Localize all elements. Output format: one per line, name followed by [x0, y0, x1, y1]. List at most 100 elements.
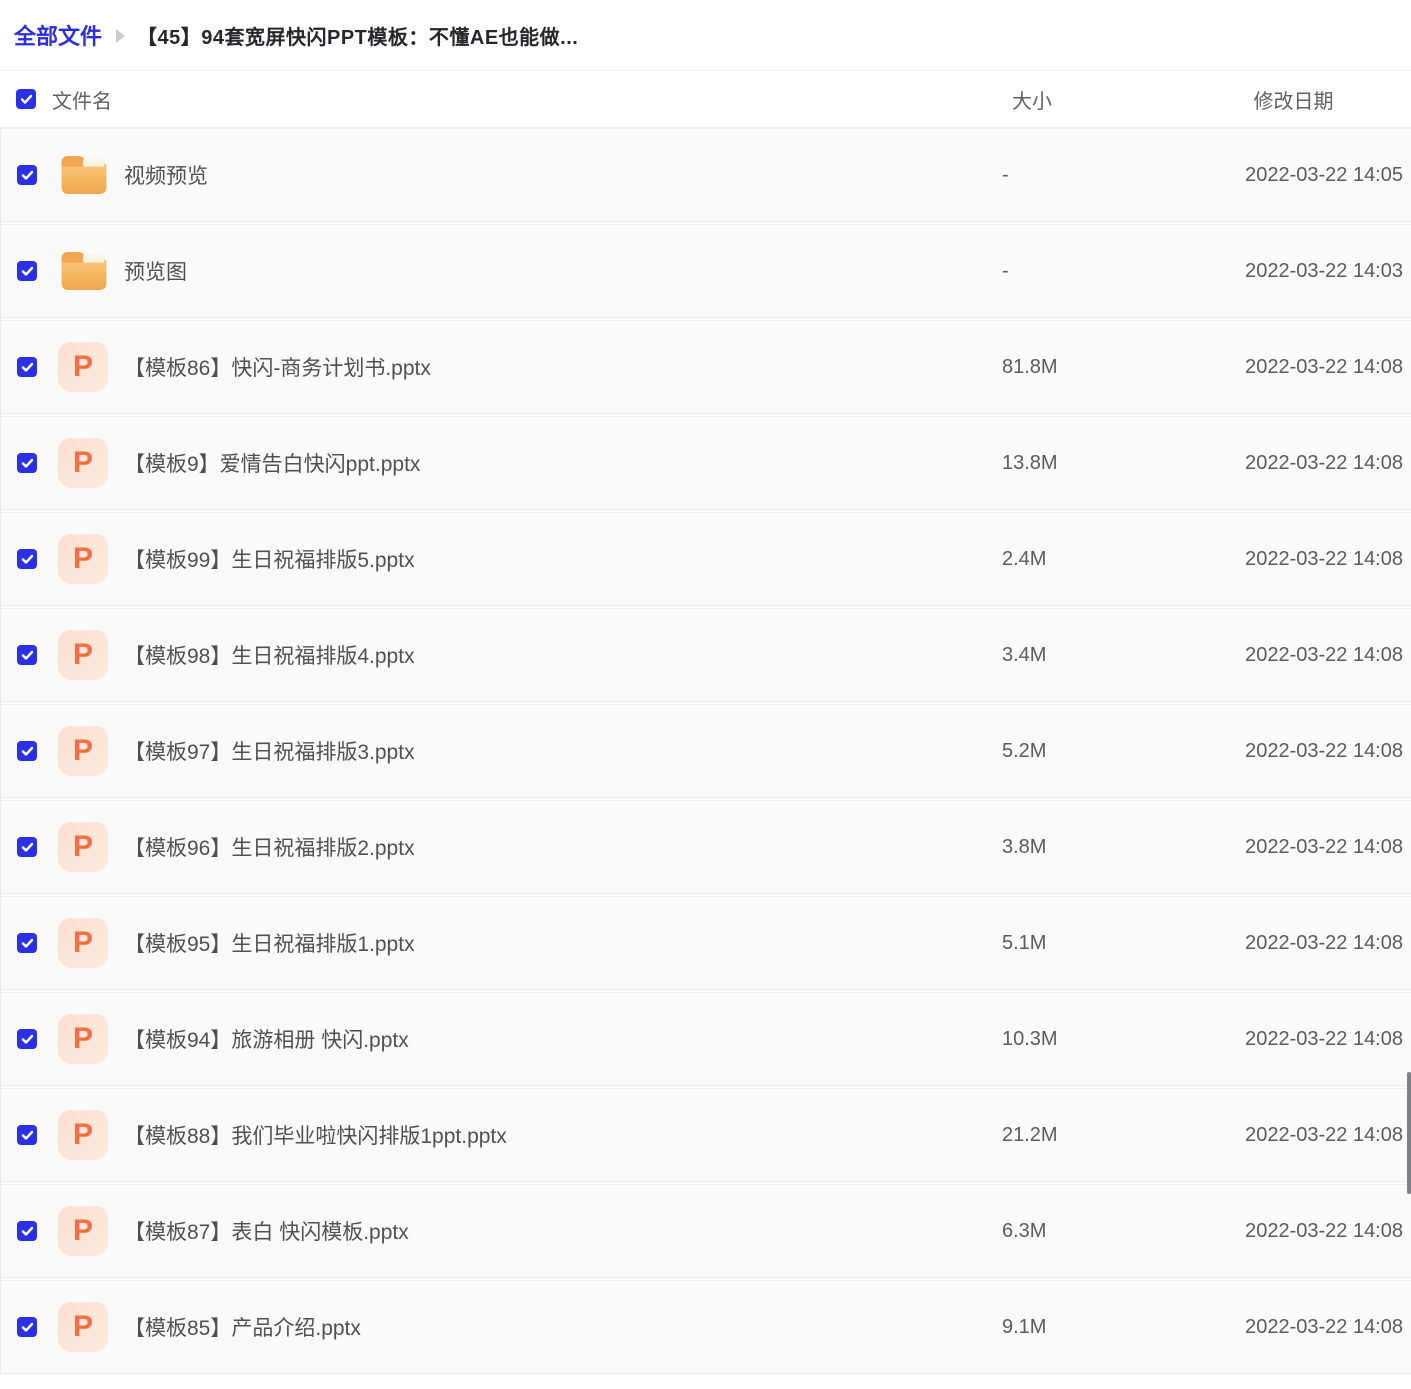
check-icon [21, 842, 34, 853]
check-icon [21, 938, 34, 949]
powerpoint-file-icon: P [58, 630, 108, 680]
table-row[interactable]: P 【模板86】快闪-商务计划书.pptx 81.8M 2022-03-22 1… [1, 320, 1411, 414]
breadcrumb: 全部文件 【45】94套宽屏快闪PPT模板：不懂AE也能做... [0, 0, 1411, 70]
file-date: 2022-03-22 14:05 [1212, 164, 1411, 187]
file-size: 5.1M [1002, 932, 1212, 955]
file-size: 6.3M [1002, 1220, 1212, 1243]
row-checkbox[interactable] [17, 837, 37, 857]
folder-icon [58, 153, 108, 197]
scrollbar-thumb[interactable] [1407, 1072, 1411, 1194]
row-checkbox[interactable] [17, 453, 37, 473]
powerpoint-file-icon: P [58, 918, 108, 968]
check-icon [21, 650, 34, 661]
file-size: 3.8M [1002, 836, 1212, 859]
file-name[interactable]: 【模板87】表白 快闪模板.pptx [124, 1216, 1002, 1246]
table-row[interactable]: P 【模板99】生日祝福排版5.pptx 2.4M 2022-03-22 14:… [1, 512, 1411, 606]
file-size: 2.4M [1002, 548, 1212, 571]
file-size: 10.3M [1002, 1028, 1212, 1051]
check-icon [21, 458, 34, 469]
row-checkbox[interactable] [17, 1029, 37, 1049]
check-icon [21, 266, 34, 277]
table-row[interactable]: P 【模板95】生日祝福排版1.pptx 5.1M 2022-03-22 14:… [1, 896, 1411, 990]
file-name[interactable]: 【模板86】快闪-商务计划书.pptx [124, 352, 1002, 382]
row-checkbox[interactable] [17, 261, 37, 281]
file-date: 2022-03-22 14:08 [1212, 1028, 1411, 1051]
file-name[interactable]: 【模板99】生日祝福排版5.pptx [124, 544, 1002, 574]
powerpoint-file-icon: P [58, 1110, 108, 1160]
folder-icon [58, 249, 108, 293]
file-date: 2022-03-22 14:03 [1212, 260, 1411, 283]
file-table-header: 文件名 大小 修改日期 [0, 70, 1411, 128]
row-checkbox[interactable] [17, 357, 37, 377]
powerpoint-file-icon: P [58, 534, 108, 584]
check-icon [21, 1226, 34, 1237]
check-icon [20, 94, 33, 105]
breadcrumb-current-folder: 【45】94套宽屏快闪PPT模板：不懂AE也能做... [137, 21, 578, 50]
table-row[interactable]: P 【模板97】生日祝福排版3.pptx 5.2M 2022-03-22 14:… [1, 704, 1411, 798]
file-size: 13.8M [1002, 452, 1212, 475]
file-date: 2022-03-22 14:08 [1212, 1124, 1411, 1147]
file-date: 2022-03-22 14:08 [1212, 356, 1411, 379]
row-checkbox[interactable] [17, 741, 37, 761]
file-size: - [1002, 164, 1212, 187]
powerpoint-file-icon: P [58, 1206, 108, 1256]
table-row[interactable]: P 【模板94】旅游相册 快闪.pptx 10.3M 2022-03-22 14… [1, 992, 1411, 1086]
file-name[interactable]: 【模板88】我们毕业啦快闪排版1ppt.pptx [124, 1120, 1002, 1150]
file-size: - [1002, 260, 1212, 283]
table-row[interactable]: P 【模板87】表白 快闪模板.pptx 6.3M 2022-03-22 14:… [1, 1184, 1411, 1278]
check-icon [21, 1130, 34, 1141]
column-header-size: 大小 [1002, 85, 1212, 114]
column-header-date: 修改日期 [1212, 85, 1411, 114]
select-all-checkbox[interactable] [16, 89, 36, 109]
powerpoint-file-icon: P [58, 1014, 108, 1064]
file-date: 2022-03-22 14:08 [1212, 932, 1411, 955]
file-date: 2022-03-22 14:08 [1212, 836, 1411, 859]
file-name[interactable]: 【模板97】生日祝福排版3.pptx [124, 736, 1002, 766]
row-checkbox[interactable] [17, 645, 37, 665]
file-date: 2022-03-22 14:08 [1212, 644, 1411, 667]
file-size: 81.8M [1002, 356, 1212, 379]
powerpoint-file-icon: P [58, 1302, 108, 1352]
file-name[interactable]: 【模板85】产品介绍.pptx [124, 1312, 1002, 1342]
check-icon [21, 170, 34, 181]
file-date: 2022-03-22 14:08 [1212, 548, 1411, 571]
column-header-filename: 文件名 [52, 85, 112, 114]
file-size: 9.1M [1002, 1316, 1212, 1339]
file-name[interactable]: 【模板96】生日祝福排版2.pptx [124, 832, 1002, 862]
file-name[interactable]: 视频预览 [124, 160, 1002, 190]
table-row[interactable]: P 预览图 - 2022-03-22 14:03 [1, 224, 1411, 318]
file-name[interactable]: 预览图 [124, 256, 1002, 286]
table-row[interactable]: P 【模板88】我们毕业啦快闪排版1ppt.pptx 21.2M 2022-03… [1, 1088, 1411, 1182]
file-name[interactable]: 【模板95】生日祝福排版1.pptx [124, 928, 1002, 958]
file-name[interactable]: 【模板98】生日祝福排版4.pptx [124, 640, 1002, 670]
row-checkbox[interactable] [17, 549, 37, 569]
row-checkbox[interactable] [17, 165, 37, 185]
check-icon [21, 1034, 34, 1045]
row-checkbox[interactable] [17, 933, 37, 953]
row-checkbox[interactable] [17, 1317, 37, 1337]
powerpoint-file-icon: P [58, 438, 108, 488]
check-icon [21, 554, 34, 565]
file-date: 2022-03-22 14:08 [1212, 1220, 1411, 1243]
row-checkbox[interactable] [17, 1125, 37, 1145]
file-name[interactable]: 【模板9】爱情告白快闪ppt.pptx [124, 448, 1002, 478]
check-icon [21, 746, 34, 757]
row-checkbox[interactable] [17, 1221, 37, 1241]
check-icon [21, 362, 34, 373]
file-size: 3.4M [1002, 644, 1212, 667]
file-date: 2022-03-22 14:08 [1212, 452, 1411, 475]
chevron-right-icon [116, 29, 125, 43]
file-date: 2022-03-22 14:08 [1212, 740, 1411, 763]
table-row[interactable]: P 【模板85】产品介绍.pptx 9.1M 2022-03-22 14:08 [1, 1280, 1411, 1374]
powerpoint-file-icon: P [58, 342, 108, 392]
table-row[interactable]: P 【模板9】爱情告白快闪ppt.pptx 13.8M 2022-03-22 1… [1, 416, 1411, 510]
file-size: 5.2M [1002, 740, 1212, 763]
table-row[interactable]: P 【模板96】生日祝福排版2.pptx 3.8M 2022-03-22 14:… [1, 800, 1411, 894]
table-row[interactable]: P 【模板98】生日祝福排版4.pptx 3.4M 2022-03-22 14:… [1, 608, 1411, 702]
powerpoint-file-icon: P [58, 822, 108, 872]
file-name[interactable]: 【模板94】旅游相册 快闪.pptx [124, 1024, 1002, 1054]
breadcrumb-root-link[interactable]: 全部文件 [14, 19, 102, 51]
check-icon [21, 1322, 34, 1333]
file-list: P 视频预览 - 2022-03-22 14:05 P 预 [0, 128, 1411, 1374]
table-row[interactable]: P 视频预览 - 2022-03-22 14:05 [1, 128, 1411, 222]
